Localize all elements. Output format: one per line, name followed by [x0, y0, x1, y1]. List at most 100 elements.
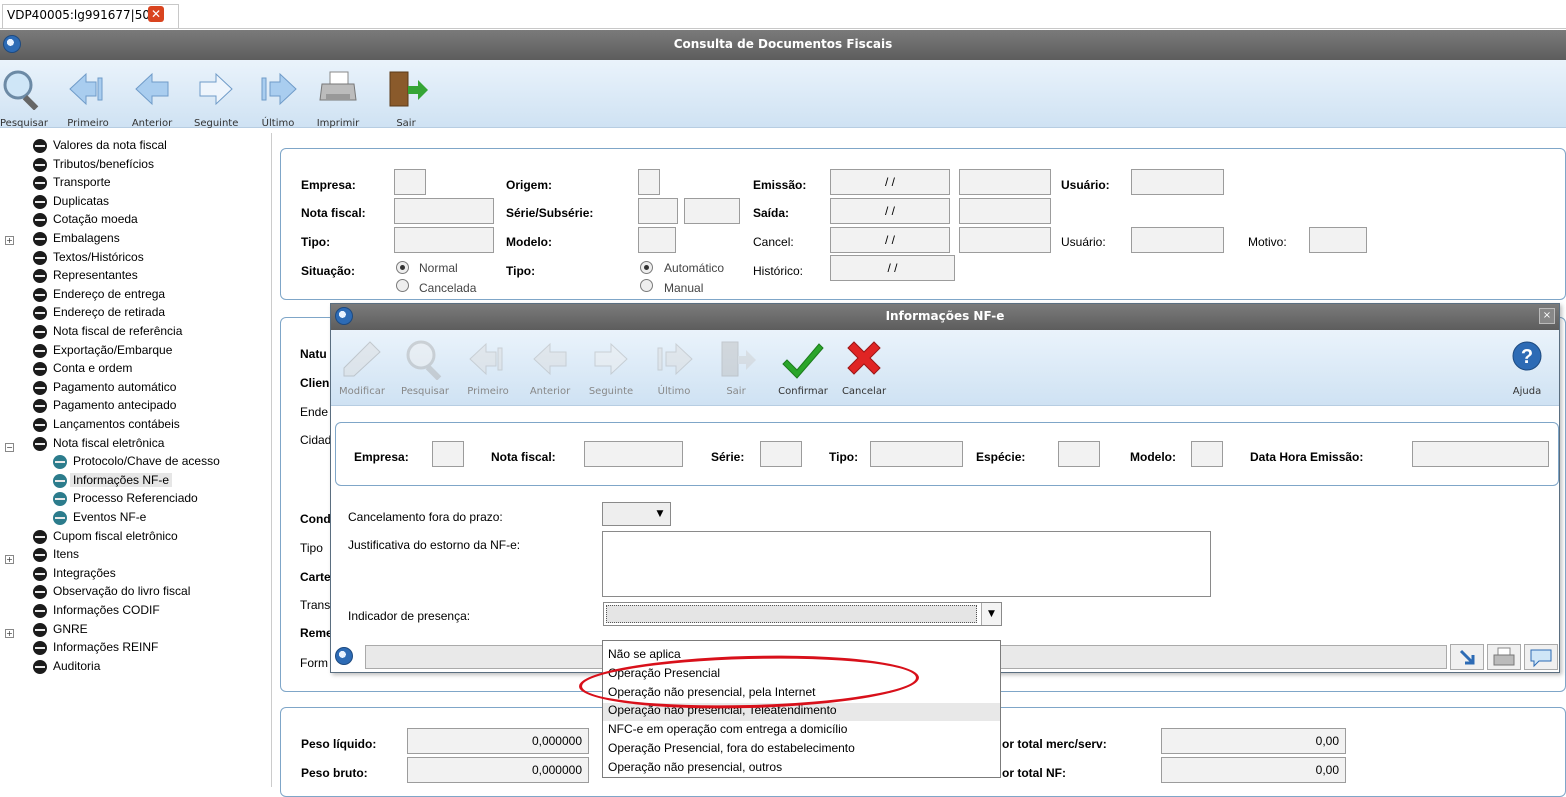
dialog-close-icon[interactable]: ×	[1539, 308, 1555, 324]
empresa-field[interactable]	[394, 169, 426, 195]
tree-item-label: Exportação/Embarque	[53, 342, 173, 357]
motivo-field[interactable]	[1309, 227, 1367, 253]
expand-icon[interactable]: +	[5, 236, 14, 245]
informacoes-nfe-dialog: Informações NF-e × Modificar Pesquisar P…	[330, 303, 1560, 673]
collapse-icon[interactable]: −	[5, 443, 14, 452]
nota-fiscal-field[interactable]	[394, 198, 494, 224]
modificar-button[interactable]: Modificar	[337, 338, 387, 397]
tree-item-label: GNRE	[53, 621, 88, 636]
situacao-normal-label: Normal	[419, 261, 458, 275]
option-nao-se-aplica[interactable]: Não se aplica	[608, 647, 681, 661]
dlg-modelo-label: Modelo:	[1130, 450, 1176, 464]
toolbar-last-button[interactable]: Último	[256, 68, 300, 129]
usuario-field[interactable]	[1131, 169, 1224, 195]
situacao-cancelada-radio[interactable]	[396, 279, 409, 292]
primeiro-button[interactable]: Primeiro	[464, 338, 512, 397]
historico-date-field[interactable]: / /	[830, 255, 955, 281]
sair-button[interactable]: Sair	[714, 338, 758, 397]
tree-node-icon	[33, 622, 47, 637]
anterior-button[interactable]: Anterior	[526, 338, 574, 397]
tree-item-label: Processo Referenciado	[73, 491, 198, 506]
cidade-label: Cidad	[300, 433, 332, 447]
peso-liquido-field[interactable]: 0,000000	[407, 728, 589, 754]
emissao-time-field[interactable]	[959, 169, 1051, 195]
saida-date-field[interactable]: / /	[830, 198, 950, 224]
dialog-key-panel: Empresa: Nota fiscal: Série: Tipo: Espéc…	[335, 422, 1559, 486]
option-outros[interactable]: Operação não presencial, outros	[608, 760, 782, 774]
indicador-presenca-select[interactable]: ▼	[603, 602, 1002, 626]
zoom-button[interactable]	[1450, 644, 1484, 670]
message-button[interactable]	[1524, 644, 1558, 670]
pesquisar-button[interactable]: Pesquisar	[397, 338, 453, 397]
dlg-nota-fiscal-label: Nota fiscal:	[491, 450, 556, 464]
help-icon: ?	[1511, 338, 1543, 380]
option-fora-estabelecimento[interactable]: Operação Presencial, fora do estabelecim…	[608, 741, 855, 755]
tipo-automatico-radio[interactable]	[640, 261, 653, 274]
toolbar-label: Seguinte	[194, 118, 239, 129]
usuario-cancel-field[interactable]	[1131, 227, 1224, 253]
tree-item-label: Auditoria	[53, 658, 101, 673]
tree-item-label: Duplicatas	[53, 193, 110, 208]
cancelar-button[interactable]: Cancelar	[837, 338, 891, 397]
toolbar-previous-button[interactable]: Anterior	[130, 68, 174, 129]
justificativa-label: Justificativa do estorno da NF-e:	[348, 538, 521, 552]
toolbar-first-button[interactable]: Primeiro	[66, 68, 110, 129]
tipo-manual-radio[interactable]	[640, 279, 653, 292]
ajuda-button[interactable]: ? Ajuda	[1507, 338, 1547, 397]
remessa-label: Reme	[300, 626, 333, 640]
peso-bruto-label: Peso bruto:	[301, 766, 368, 780]
emissao-date-field[interactable]: / /	[830, 169, 950, 195]
svg-text:?: ?	[1521, 346, 1533, 368]
check-icon	[781, 338, 825, 380]
subserie-field[interactable]	[684, 198, 740, 224]
expand-icon[interactable]: +	[5, 555, 14, 564]
tab-close-icon[interactable]: ✕	[148, 6, 164, 22]
print-screen-button[interactable]	[1487, 644, 1521, 670]
dlg-especie-field[interactable]	[1058, 441, 1100, 467]
toolbar-search-button[interactable]: Pesquisar	[0, 68, 48, 129]
first-arrow-icon	[466, 338, 510, 380]
expand-icon[interactable]: +	[5, 629, 14, 638]
tree-item-label: Nota fiscal eletrônica	[53, 435, 165, 450]
transportadora-label: Trans	[300, 598, 331, 612]
saida-time-field[interactable]	[959, 198, 1051, 224]
tree-item-label: Informações REINF	[53, 640, 159, 655]
tree-node-icon	[33, 176, 47, 191]
toolbar-label: Primeiro	[67, 118, 109, 129]
tree-node-icon	[53, 455, 67, 470]
tipo-mid-label: Tipo	[300, 541, 323, 555]
dlg-nota-fiscal-field[interactable]	[584, 441, 683, 467]
dlg-serie-field[interactable]	[760, 441, 802, 467]
dlg-modelo-field[interactable]	[1191, 441, 1223, 467]
serie-field[interactable]	[638, 198, 678, 224]
cancel-label: Cancel:	[753, 235, 794, 249]
search-icon	[0, 68, 44, 111]
dlg-tipo-field[interactable]	[870, 441, 963, 467]
tipo-field[interactable]	[394, 227, 494, 253]
first-arrow-icon	[66, 68, 110, 108]
total-nf-field[interactable]: 0,00	[1161, 757, 1346, 783]
modelo-field[interactable]	[638, 227, 676, 253]
tipo2-label: Tipo:	[506, 264, 536, 278]
cancel-date-field[interactable]: / /	[830, 227, 950, 253]
justificativa-textarea[interactable]	[602, 531, 1211, 597]
cancel-time-field[interactable]	[959, 227, 1051, 253]
ultimo-button[interactable]: Último	[652, 338, 696, 397]
situacao-normal-radio[interactable]	[396, 261, 409, 274]
toolbar-print-button[interactable]: Imprimir	[314, 68, 362, 129]
dlg-tipo-label: Tipo:	[829, 450, 859, 464]
peso-bruto-field[interactable]: 0,000000	[407, 757, 589, 783]
toolbar-exit-button[interactable]: Sair	[384, 68, 428, 129]
dlg-empresa-field[interactable]	[432, 441, 464, 467]
dlg-data-hora-field[interactable]	[1412, 441, 1549, 467]
toolbar-next-button[interactable]: Seguinte	[194, 68, 238, 129]
origem-field[interactable]	[638, 169, 660, 195]
option-entrega-domicilio[interactable]: NFC-e em operação com entrega a domicíli…	[608, 722, 847, 736]
total-merc-field[interactable]: 0,00	[1161, 728, 1346, 754]
seguinte-button[interactable]: Seguinte	[587, 338, 635, 397]
confirmar-button[interactable]: Confirmar	[773, 338, 833, 397]
tree-node-icon	[33, 529, 47, 544]
window-title: Consulta de Documentos Fiscais	[673, 37, 893, 51]
condicao-label: Cond	[300, 512, 331, 526]
cancelamento-select[interactable]: ▼	[602, 502, 671, 526]
